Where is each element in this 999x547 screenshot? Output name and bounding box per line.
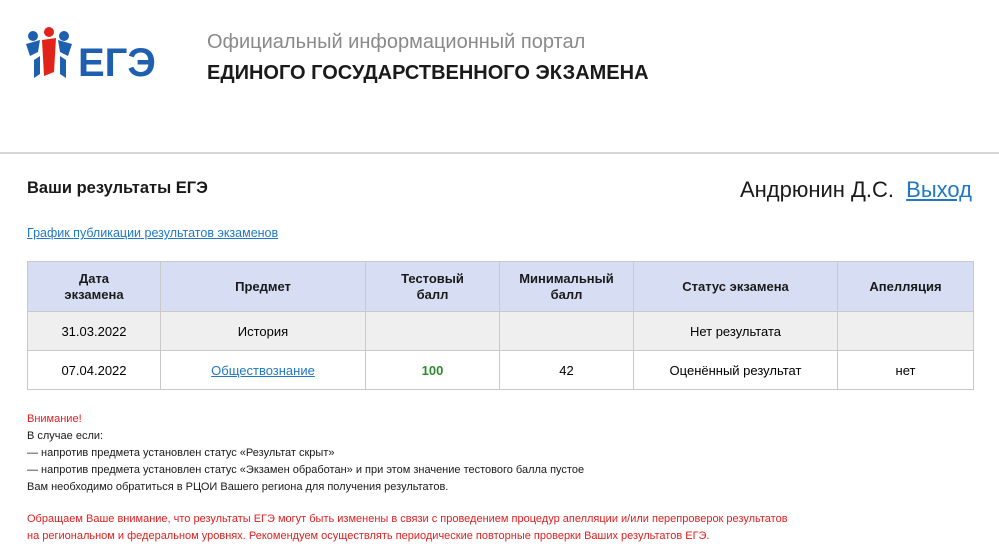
- header-subject: Предмет: [160, 261, 366, 312]
- notes-block: Внимание! В случае если: — напротив пред…: [27, 411, 584, 496]
- header-date-line2: экзамена: [64, 286, 124, 302]
- header-score-line2: балл: [416, 286, 449, 302]
- cell-subject: История: [160, 311, 366, 351]
- header-min-line2: балл: [550, 286, 583, 302]
- portal-subtitle: Официальный информационный портал: [207, 31, 586, 53]
- page-title: Ваши результаты ЕГЭ: [27, 179, 208, 197]
- header-status: Статус экзамена: [633, 261, 838, 312]
- notes-line: Вам необходимо обратиться в РЦОИ Вашего …: [27, 481, 449, 493]
- score-value: 100: [421, 362, 444, 378]
- cell-status: Оценённый результат: [633, 350, 838, 390]
- attention-label: Внимание!: [27, 413, 82, 425]
- header-score: Тестовый балл: [365, 261, 500, 312]
- logout-link[interactable]: Выход: [906, 177, 972, 202]
- portal-title: ЕДИНОГО ГОСУДАРСТВЕННОГО ЭКЗАМЕНА: [207, 62, 649, 84]
- cell-appeal: [837, 311, 974, 351]
- header-date: Дата экзамена: [27, 261, 161, 312]
- header-min-line1: Минимальный: [519, 270, 614, 286]
- results-table: Дата экзамена Предмет Тестовый балл Мини…: [27, 261, 974, 390]
- cell-date: 07.04.2022: [27, 350, 161, 390]
- header-date-line1: Дата: [78, 270, 110, 286]
- notes-line: — напротив предмета установлен статус «Р…: [27, 447, 335, 459]
- header-divider: [0, 152, 999, 154]
- user-block: Андрюнин Д.С. Выход: [740, 177, 972, 203]
- notes-line: — напротив предмета установлен статус «Э…: [27, 464, 585, 476]
- header-score-line1: Тестовый: [401, 270, 464, 286]
- cell-status: Нет результата: [633, 311, 838, 351]
- site-header: ЕГЭ Официальный информационный портал ЕД…: [0, 0, 999, 152]
- cell-subject: Обществознание: [160, 350, 366, 390]
- header-min-score: Минимальный балл: [499, 261, 634, 312]
- table-row: 07.04.2022 Обществознание 100 42 Оценённ…: [27, 350, 974, 390]
- results-schedule-link[interactable]: График публикации результатов экзаменов: [27, 226, 278, 240]
- header-appeal: Апелляция: [837, 261, 974, 312]
- notice-line: на региональном и федеральном уровнях. Р…: [27, 530, 710, 542]
- notice-line: Обращаем Ваше внимание, что результаты Е…: [27, 513, 788, 525]
- subject-link[interactable]: Обществознание: [211, 363, 315, 378]
- cell-min-score: [499, 311, 634, 351]
- svg-text:ЕГЭ: ЕГЭ: [78, 41, 156, 84]
- cell-appeal: нет: [837, 350, 974, 390]
- ege-logo[interactable]: ЕГЭ: [24, 26, 174, 84]
- ege-logo-icon: ЕГЭ: [26, 27, 156, 84]
- notes-line: В случае если:: [27, 430, 104, 442]
- table-header-row: Дата экзамена Предмет Тестовый балл Мини…: [27, 261, 974, 312]
- cell-score: [365, 311, 500, 351]
- table-row: 31.03.2022 История Нет результата: [27, 311, 974, 351]
- results-change-notice: Обращаем Ваше внимание, что результаты Е…: [27, 511, 957, 545]
- user-name: Андрюнин Д.С.: [739, 177, 895, 202]
- cell-score: 100: [365, 350, 500, 390]
- cell-date: 31.03.2022: [27, 311, 161, 351]
- cell-min-score: 42: [499, 350, 634, 390]
